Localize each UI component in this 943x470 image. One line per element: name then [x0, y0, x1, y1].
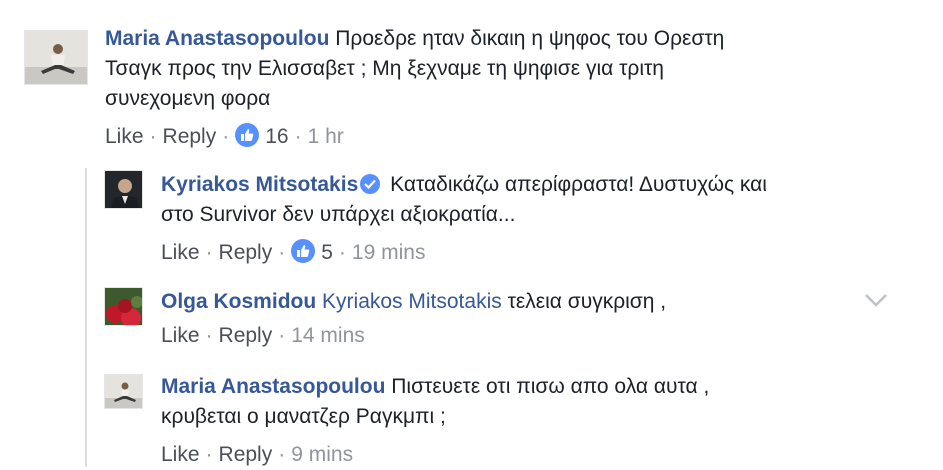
comment-author[interactable]: Kyriakos Mitsotakis [161, 173, 358, 196]
timestamp[interactable]: 9 mins [291, 443, 353, 466]
avatar[interactable] [104, 170, 143, 209]
reply-thread-line [85, 168, 87, 467]
verified-badge-icon [360, 174, 381, 194]
reply-button[interactable]: Reply [219, 241, 273, 264]
timestamp[interactable]: 14 mins [291, 324, 365, 347]
comment-text: Καταδικάζω απερίφραστα! Δυστυχώς και [390, 173, 767, 196]
like-button[interactable]: Like [105, 125, 144, 148]
comment-text: Πιστευετε οτι πισω απο ολα αυτα , [391, 375, 710, 398]
reaction-count[interactable]: 16 [265, 125, 288, 148]
comment-text-line: στο Survivor δεν υπάρχει αξιοκρατία... [161, 203, 516, 226]
like-button[interactable]: Like [161, 324, 200, 347]
reply-button[interactable]: Reply [219, 443, 273, 466]
like-button[interactable]: Like [161, 241, 200, 264]
timestamp[interactable]: 19 mins [352, 241, 426, 264]
chevron-down-icon[interactable] [862, 290, 890, 310]
separator-dot: · [149, 125, 157, 148]
comment-author[interactable]: Olga Kosmidou [161, 290, 316, 313]
comment-author[interactable]: Maria Anastasopoulou [161, 375, 385, 398]
separator-dot: · [205, 443, 213, 466]
comment-text-line: κρυβεται ο μανατζερ Ραγκμπι ; [161, 405, 446, 428]
comment-author[interactable]: Maria Anastasopoulou [105, 27, 329, 50]
like-thumb-icon[interactable] [235, 123, 260, 147]
separator-dot: · [278, 324, 286, 347]
separator-dot: · [294, 125, 302, 148]
reply-button[interactable]: Reply [163, 125, 217, 148]
separator-dot: · [222, 125, 230, 148]
comment-text: Προεδρε ηταν δικαιη η ψηφος του Ορεστη [335, 27, 725, 50]
separator-dot: · [205, 324, 213, 347]
separator-dot: · [278, 443, 286, 466]
reaction-count[interactable]: 5 [321, 241, 333, 264]
comment-text-line: Τσαγκ προς την Ελισσαβετ ; Μη ξεχναμε τη… [105, 57, 664, 80]
avatar[interactable] [104, 374, 143, 409]
like-button[interactable]: Like [161, 443, 200, 466]
separator-dot: · [205, 241, 213, 264]
comment-text: τελεια συγκριση , [507, 290, 667, 313]
mention-link[interactable]: Kyriakos Mitsotakis [322, 290, 502, 313]
avatar[interactable] [24, 30, 88, 85]
separator-dot: · [278, 241, 286, 264]
timestamp[interactable]: 1 hr [308, 125, 344, 148]
separator-dot: · [338, 241, 346, 264]
comment-text-line: συνεχομενη φορα [105, 87, 271, 110]
reply-button[interactable]: Reply [219, 324, 273, 347]
like-thumb-icon[interactable] [291, 239, 316, 263]
avatar[interactable] [104, 287, 143, 326]
